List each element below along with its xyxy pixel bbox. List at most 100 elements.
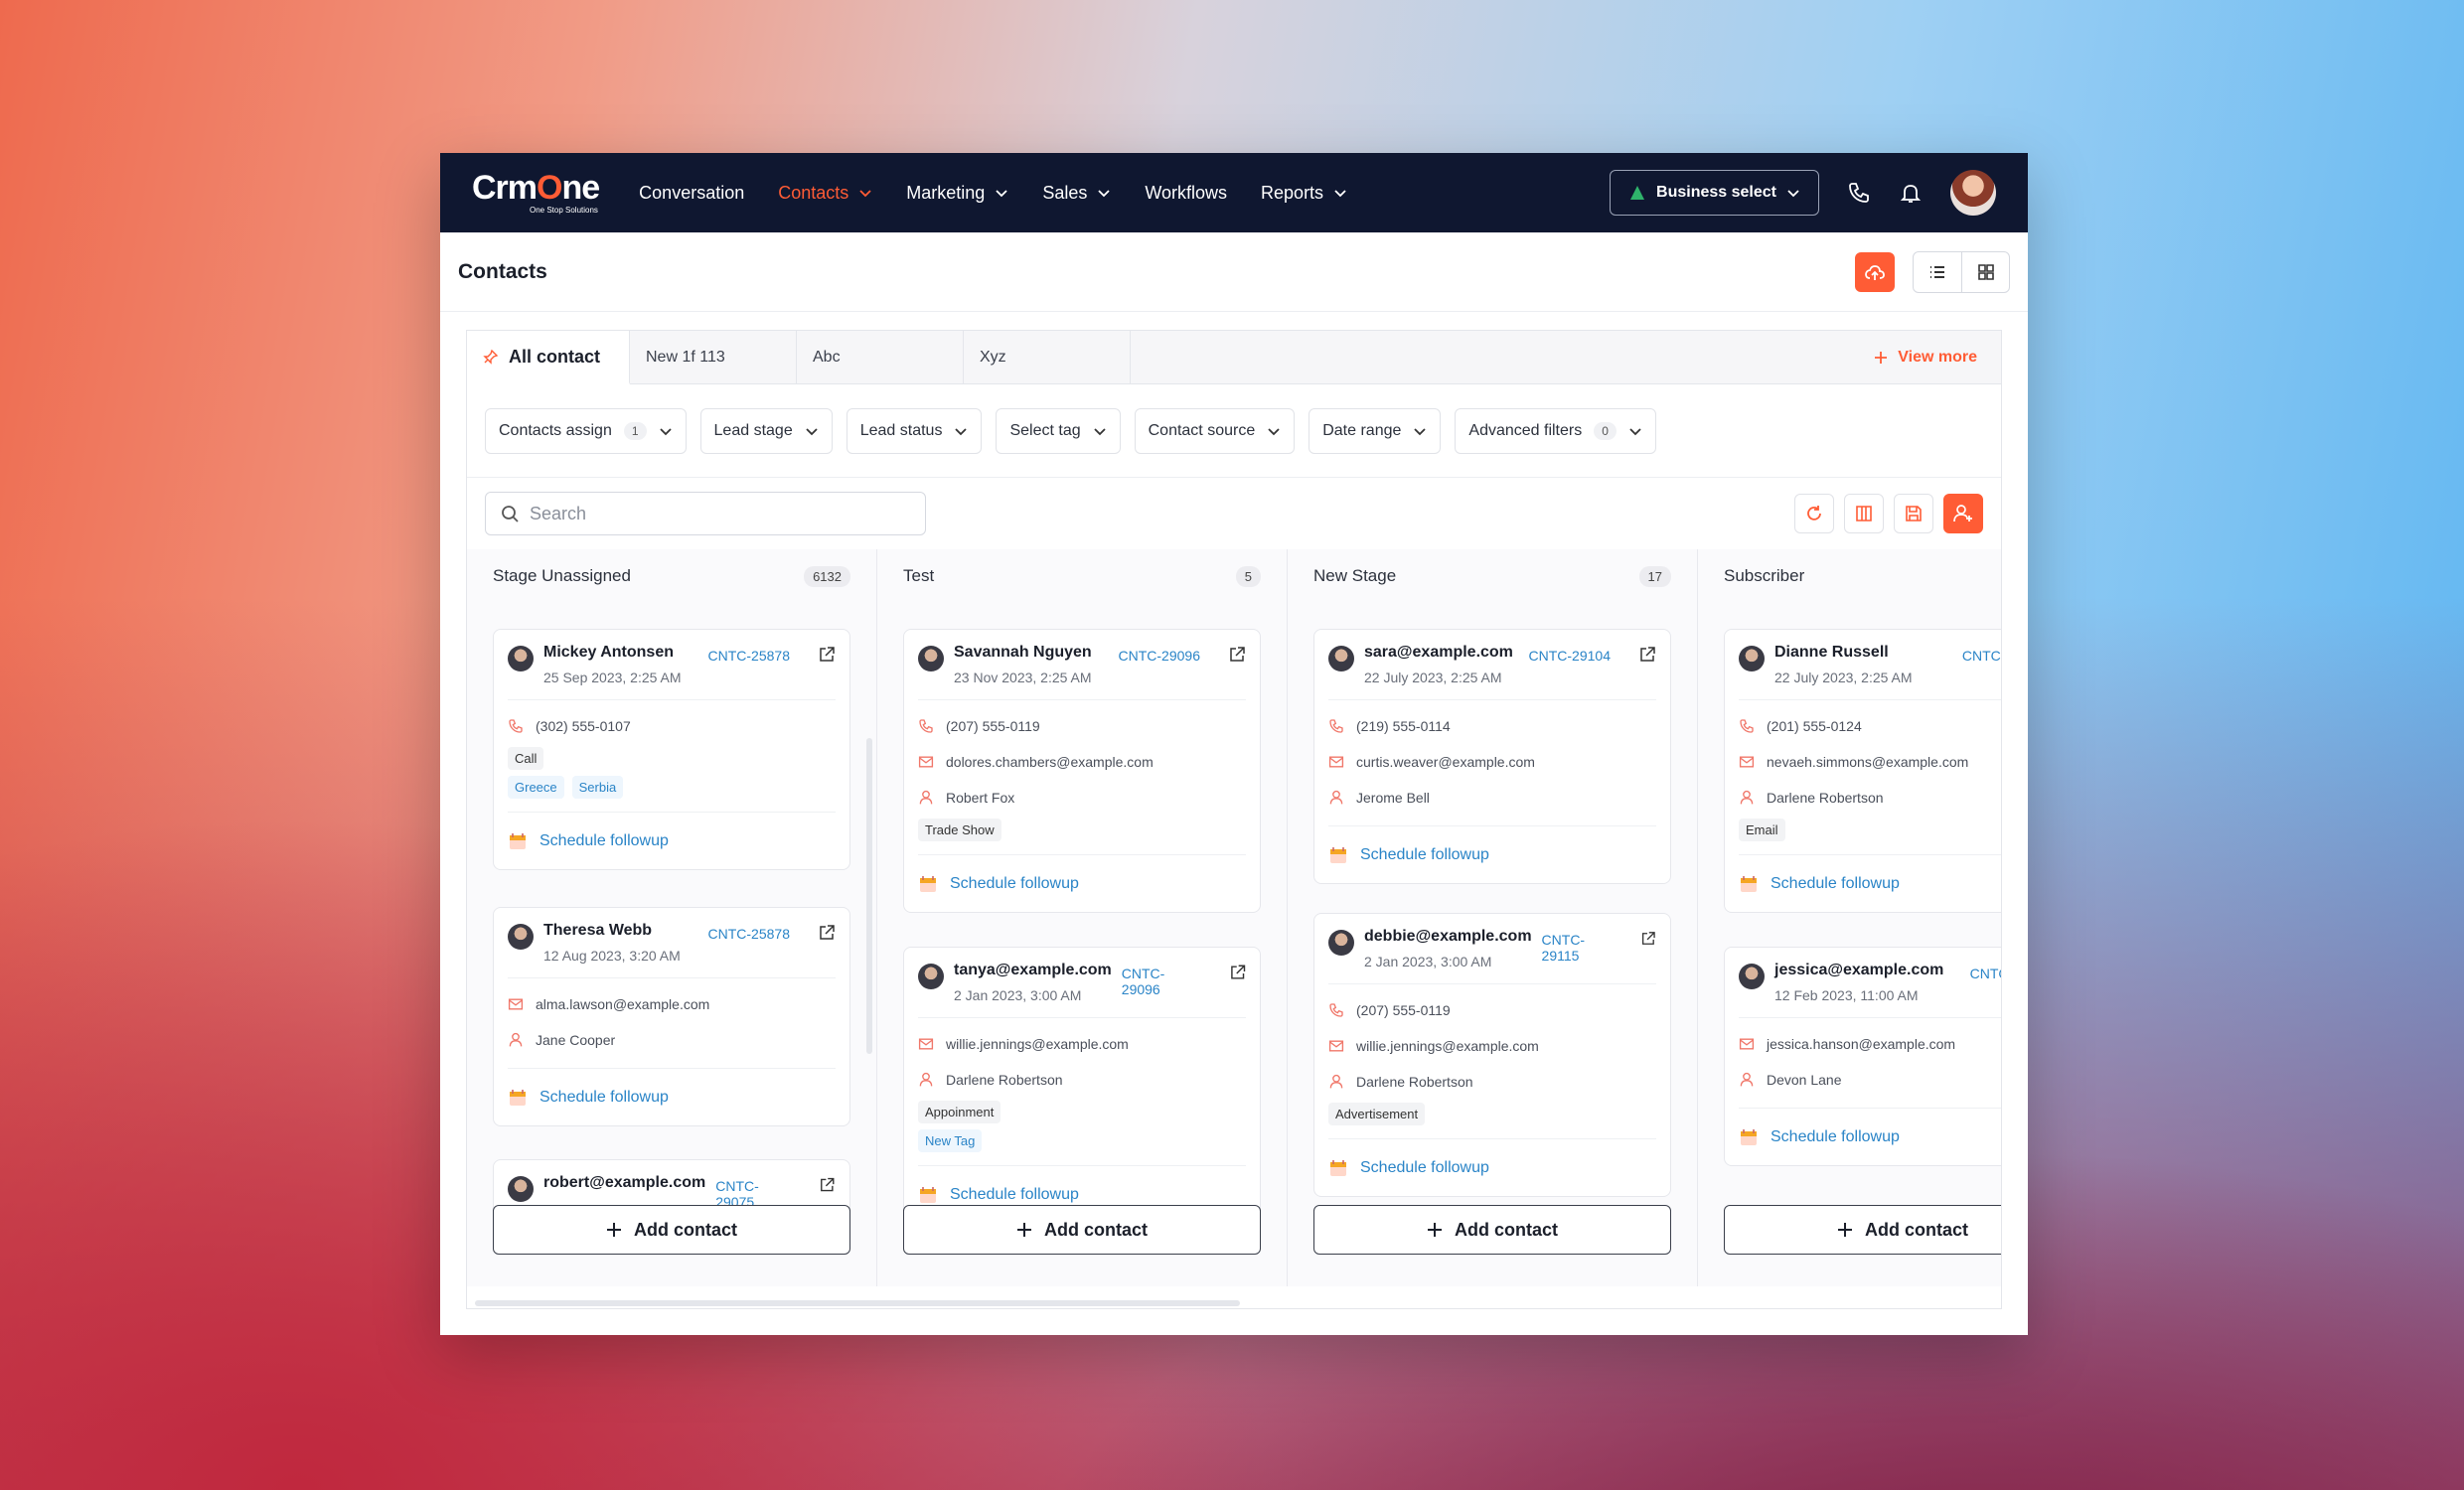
- contact-name[interactable]: Mickey Antonsen: [543, 644, 682, 662]
- nav-item-4[interactable]: Workflows: [1145, 183, 1227, 204]
- contact-name[interactable]: Theresa Webb: [543, 922, 681, 940]
- cloud-upload-icon: [1865, 264, 1885, 280]
- contact-card[interactable]: Savannah Nguyen 23 Nov 2023, 2:25 AM CNTC-…: [903, 629, 1261, 913]
- filter-4[interactable]: Contact source: [1134, 407, 1296, 454]
- schedule-followup-button[interactable]: Schedule followup: [918, 854, 1246, 912]
- contact-card[interactable]: debbie@example.com 2 Jan 2023, 3:00 AM CNT…: [1313, 913, 1671, 1197]
- contact-name[interactable]: robert@example.com: [543, 1174, 705, 1192]
- contact-id[interactable]: CNTC-29096: [1119, 648, 1200, 664]
- mail-icon: [918, 756, 934, 768]
- nav-item-2[interactable]: Marketing: [906, 183, 1008, 204]
- contact-name[interactable]: Dianne Russell: [1774, 644, 1913, 662]
- add-user-icon: [1953, 505, 1972, 522]
- contact-card[interactable]: jessica@example.com 12 Feb 2023, 11:00 AM…: [1724, 947, 2001, 1166]
- schedule-followup-button[interactable]: Schedule followup: [508, 1068, 836, 1125]
- contact-id[interactable]: CNTC-29104: [1529, 648, 1611, 664]
- tab-2[interactable]: Abc: [797, 331, 964, 383]
- filter-count: 1: [623, 421, 647, 440]
- phone-icon: [509, 719, 523, 733]
- view-more-label: View more: [1898, 348, 1977, 366]
- contact-card[interactable]: sara@example.com 22 July 2023, 2:25 AM CNT…: [1313, 629, 1671, 884]
- contact-card[interactable]: Mickey Antonsen 25 Sep 2023, 2:25 AM CNTC-…: [493, 629, 850, 870]
- contact-id[interactable]: CNTC-25878: [708, 648, 790, 664]
- business-select[interactable]: Business select: [1610, 170, 1819, 216]
- external-link-icon[interactable]: [1228, 646, 1246, 664]
- tag-chip: New Tag: [918, 1129, 983, 1152]
- filter-label: Date range: [1322, 421, 1402, 439]
- search-input[interactable]: Search: [485, 492, 926, 535]
- external-link-icon[interactable]: [818, 924, 836, 942]
- save-view-button[interactable]: [1894, 494, 1933, 533]
- contact-owner-value: Darlene Robertson: [1356, 1074, 1473, 1090]
- phone-icon[interactable]: [1847, 181, 1871, 205]
- schedule-followup-button[interactable]: Schedule followup: [1328, 1138, 1656, 1196]
- filter-2[interactable]: Lead status: [846, 407, 983, 454]
- contact-name[interactable]: sara@example.com: [1364, 644, 1513, 662]
- contact-name[interactable]: debbie@example.com: [1364, 928, 1532, 946]
- upload-button[interactable]: [1855, 251, 1895, 292]
- contact-owner-value: Darlene Robertson: [1767, 790, 1884, 806]
- nav-item-5[interactable]: Reports: [1261, 183, 1347, 204]
- schedule-followup-button[interactable]: Schedule followup: [1328, 825, 1656, 883]
- filter-0[interactable]: Contacts assign 1: [485, 407, 687, 454]
- contact-name[interactable]: Savannah Nguyen: [954, 644, 1092, 662]
- add-contact-button[interactable]: Add contact: [1313, 1205, 1671, 1255]
- contact-name[interactable]: tanya@example.com: [954, 962, 1112, 979]
- contact-owner-value: Jerome Bell: [1356, 790, 1430, 806]
- contact-card[interactable]: Theresa Webb 12 Aug 2023, 3:20 AM CNTC-258…: [493, 907, 850, 1126]
- external-link-icon[interactable]: [819, 1176, 836, 1194]
- schedule-followup-button[interactable]: Schedule followup: [1739, 854, 2001, 912]
- nav-item-1[interactable]: Contacts: [778, 183, 872, 204]
- user-avatar[interactable]: [1950, 170, 1996, 216]
- contact-id[interactable]: CNTC-29115: [1542, 932, 1614, 964]
- nav-item-3[interactable]: Sales: [1042, 183, 1111, 204]
- contact-card[interactable]: tanya@example.com 2 Jan 2023, 3:00 AM CNTC…: [903, 947, 1261, 1224]
- tab-3[interactable]: Xyz: [964, 331, 1131, 383]
- main-menu: Conversation Contacts Marketing Sales Workfl…: [639, 183, 1347, 204]
- chevron-down-icon: [1334, 190, 1346, 198]
- add-contact-button[interactable]: Add contact: [1724, 1205, 2001, 1255]
- add-contact-button[interactable]: Add contact: [493, 1205, 850, 1255]
- external-link-icon[interactable]: [1640, 930, 1656, 948]
- nav-item-0[interactable]: Conversation: [639, 183, 744, 204]
- column-title: Subscriber: [1724, 566, 1805, 585]
- external-link-icon[interactable]: [1229, 964, 1246, 981]
- filter-6[interactable]: Advanced filters 0: [1455, 407, 1656, 454]
- filter-5[interactable]: Date range: [1309, 407, 1442, 454]
- filter-3[interactable]: Select tag: [996, 407, 1121, 454]
- vertical-scrollbar[interactable]: [866, 738, 872, 1054]
- add-contact-button[interactable]: Add contact: [903, 1205, 1261, 1255]
- columns-button[interactable]: [1844, 494, 1884, 533]
- bell-icon[interactable]: [1899, 181, 1923, 205]
- schedule-followup-label: Schedule followup: [1771, 1127, 1900, 1145]
- grid-view-button[interactable]: [1961, 251, 2009, 292]
- contact-id[interactable]: CNTC-25878: [708, 926, 790, 942]
- logo[interactable]: CrmOne One Stop Solutions: [472, 171, 600, 215]
- plus-icon: [1875, 351, 1888, 364]
- top-nav: CrmOne One Stop Solutions Conversation Co…: [440, 153, 2028, 232]
- contact-id[interactable]: CNTC-29096: [1122, 966, 1201, 997]
- filter-1[interactable]: Lead stage: [699, 407, 833, 454]
- list-view-button[interactable]: [1914, 252, 1961, 292]
- view-more-button[interactable]: View more: [1874, 331, 2001, 383]
- contact-name[interactable]: jessica@example.com: [1774, 962, 1943, 979]
- contact-email: dolores.chambers@example.com: [918, 744, 1246, 780]
- schedule-followup-button[interactable]: Schedule followup: [1739, 1108, 2001, 1165]
- contact-id[interactable]: CNTC-3: [1970, 966, 2001, 981]
- user-icon: [1329, 790, 1343, 805]
- tab-1[interactable]: New 1f 113: [630, 331, 797, 383]
- contact-phone: (201) 555-0124: [1739, 708, 2001, 744]
- contact-id[interactable]: CNTC-29: [1962, 648, 2001, 664]
- external-link-icon[interactable]: [1638, 646, 1656, 664]
- add-contact-label: Add contact: [1864, 1219, 1968, 1240]
- contact-card[interactable]: Dianne Russell 22 July 2023, 2:25 AM CNTC-…: [1724, 629, 2001, 913]
- schedule-followup-button[interactable]: Schedule followup: [508, 812, 836, 869]
- contact-email-value: willie.jennings@example.com: [946, 1036, 1129, 1052]
- add-user-button[interactable]: [1943, 494, 1983, 533]
- add-contact-label: Add contact: [1043, 1219, 1148, 1240]
- refresh-button[interactable]: [1794, 494, 1834, 533]
- horizontal-scrollbar[interactable]: [475, 1300, 1240, 1306]
- tab-0[interactable]: All contact: [467, 331, 630, 384]
- contact-date: 12 Aug 2023, 3:20 AM: [543, 948, 681, 964]
- external-link-icon[interactable]: [818, 646, 836, 664]
